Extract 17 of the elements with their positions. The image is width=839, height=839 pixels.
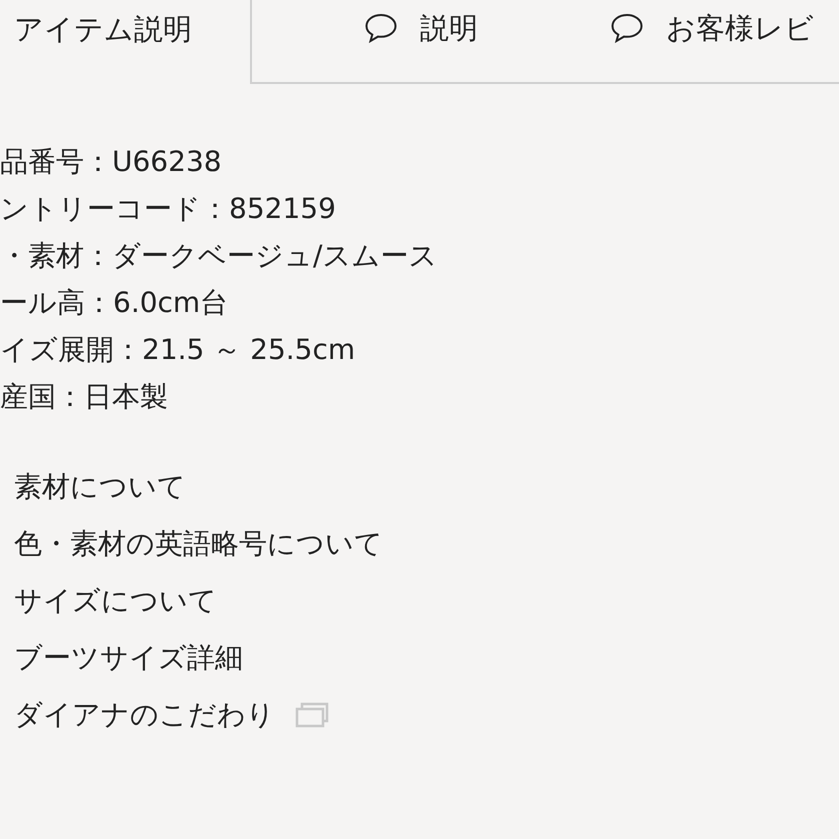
spec-line: ・素材：ダークベージュ/スムース bbox=[0, 238, 438, 274]
info-link[interactable]: 素材について bbox=[14, 468, 186, 506]
tab[interactable]: アイテム説明 bbox=[0, 0, 250, 84]
info-link[interactable]: 色・素材の英語略号について bbox=[14, 524, 383, 562]
spec-line: 産国：日本製 bbox=[0, 379, 169, 415]
tab[interactable]: お客様レビ bbox=[590, 0, 839, 84]
spec-line: イズ展開：21.5 ～ 25.5cm bbox=[0, 332, 356, 368]
tab[interactable]: 説明 bbox=[250, 0, 590, 84]
info-link[interactable]: ダイアナのこだわり bbox=[14, 696, 275, 734]
spec-line: ール高：6.0cm台 bbox=[0, 285, 230, 321]
spec-line: 品番号：U66238 bbox=[0, 144, 223, 180]
speech-bubble-icon bbox=[364, 13, 398, 43]
speech-bubble-icon bbox=[610, 13, 644, 43]
new-window-icon bbox=[295, 702, 329, 728]
info-link[interactable]: ブーツサイズ詳細 bbox=[14, 638, 243, 676]
info-link[interactable]: サイズについて bbox=[14, 582, 217, 620]
spec-line: ントリーコード：852159 bbox=[0, 191, 337, 227]
